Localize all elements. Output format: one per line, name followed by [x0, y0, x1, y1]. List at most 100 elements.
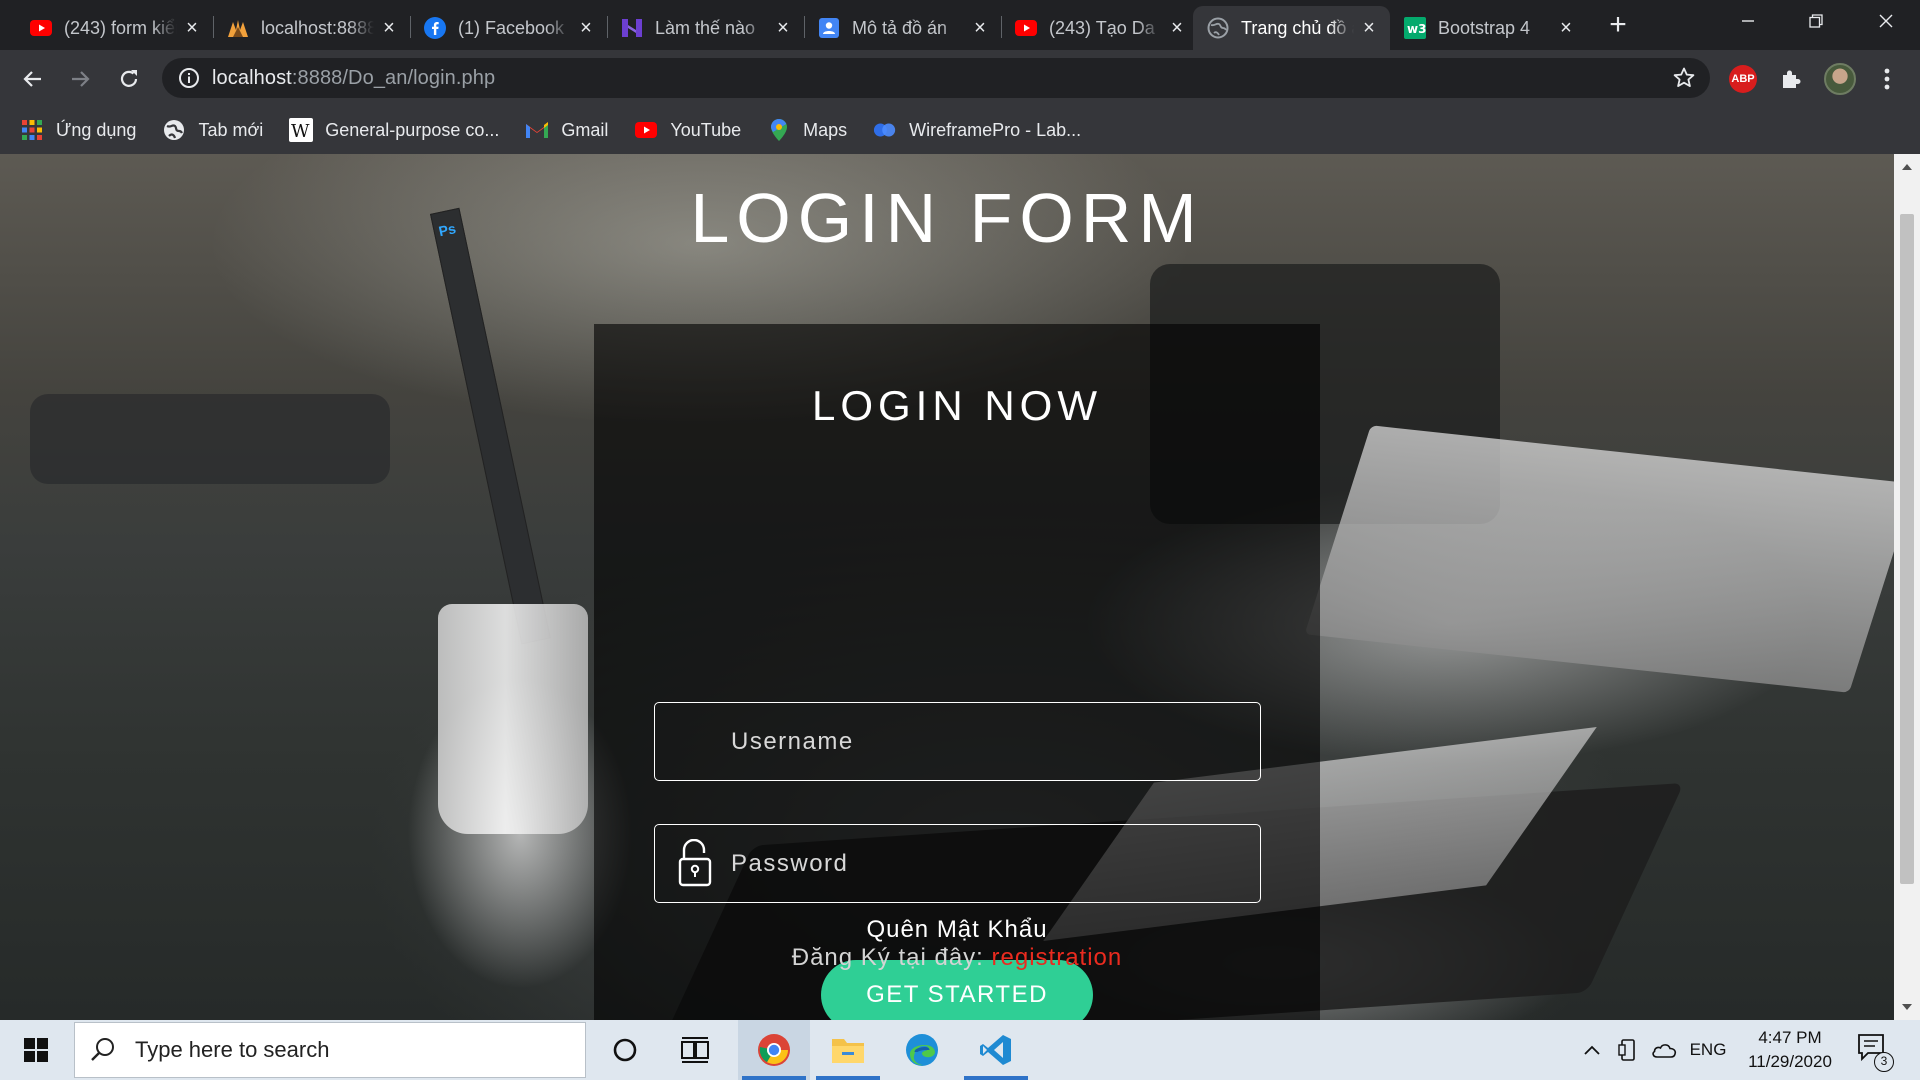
tab-bootstrap[interactable]: w3 Bootstrap 4 × — [1390, 6, 1587, 50]
menu-button[interactable] — [1872, 64, 1902, 94]
login-title: LOGIN NOW — [811, 382, 1102, 429]
close-tab-icon[interactable]: × — [1168, 18, 1186, 38]
close-tab-icon[interactable]: × — [774, 18, 792, 38]
tab-title: (243) Tạo Da — [1049, 17, 1155, 38]
scroll-down-icon[interactable] — [1902, 1004, 1912, 1010]
folder-icon — [832, 1039, 864, 1063]
registration-link[interactable]: registration — [992, 944, 1123, 971]
w3schools-icon: w3 — [1404, 17, 1426, 39]
reload-button[interactable] — [112, 62, 146, 96]
tab-trang-chu[interactable]: Trang chủ đồ án × — [1193, 6, 1390, 50]
minimize-button[interactable] — [1718, 6, 1778, 40]
youtube-icon — [30, 17, 52, 39]
bookmark-new-tab[interactable]: Tab mới — [162, 112, 263, 148]
restore-button[interactable] — [1786, 6, 1846, 40]
tab-title: localhost:8888 — [261, 17, 374, 38]
show-hidden-icons-button[interactable] — [1578, 1020, 1606, 1080]
svg-text:w3: w3 — [1407, 22, 1426, 36]
forward-button[interactable] — [63, 62, 97, 96]
tab-facebook[interactable]: (1) Facebook × — [410, 6, 608, 50]
onedrive-button[interactable] — [1648, 1020, 1680, 1080]
password-field[interactable] — [654, 824, 1261, 903]
bookmark-wireframepro[interactable]: WireframePro - Lab... — [873, 112, 1081, 148]
close-window-button[interactable] — [1856, 6, 1916, 40]
close-tab-icon[interactable]: × — [1557, 18, 1575, 38]
register-prefix: Đăng Ký tại đây: — [791, 944, 992, 971]
tab-title: Trang chủ đồ án — [1241, 17, 1354, 38]
edge-icon — [906, 1034, 938, 1066]
new-tab-button[interactable]: + — [1602, 10, 1634, 42]
forgot-password-link[interactable]: Quên Mật Khẩu — [594, 916, 1320, 944]
wikipedia-icon: W — [289, 118, 314, 142]
scroll-thumb[interactable] — [1900, 214, 1914, 884]
info-icon[interactable] — [178, 67, 200, 89]
cloud-icon — [1652, 1044, 1677, 1058]
bookmark-label: Ứng dụng — [56, 119, 137, 140]
task-view-button[interactable] — [660, 1020, 730, 1080]
page-scrollbar[interactable] — [1894, 154, 1920, 1020]
windows-taskbar: Type here to search ENG 4:47 PM 11/29/20… — [0, 1020, 1920, 1080]
gmail-icon — [525, 118, 549, 142]
youtube-icon — [1015, 17, 1037, 39]
cortana-button[interactable] — [590, 1020, 660, 1080]
close-tab-icon[interactable]: × — [577, 18, 595, 38]
profile-button[interactable] — [1822, 61, 1858, 97]
close-tab-icon[interactable]: × — [380, 18, 398, 38]
tutorial-site-icon — [621, 17, 643, 39]
tab-youtube-tao[interactable]: (243) Tạo Da × — [1001, 6, 1198, 50]
taskbar-file-explorer[interactable] — [812, 1020, 884, 1080]
url-text[interactable]: localhost:8888/Do_an/login.php — [212, 67, 495, 90]
maps-pin-icon — [767, 118, 791, 142]
adblock-icon: ABP — [1729, 65, 1757, 93]
tab-youtube-form[interactable]: (243) form kiểm tra × — [16, 6, 214, 50]
tab-localhost[interactable]: localhost:8888 × — [213, 6, 411, 50]
bookmark-label: WireframePro - Lab... — [909, 119, 1082, 140]
taskbar-vscode[interactable] — [960, 1020, 1032, 1080]
password-input[interactable] — [655, 825, 1260, 902]
arrow-right-icon — [72, 71, 90, 87]
tray-device-button[interactable] — [1614, 1020, 1642, 1080]
page-heading: LOGIN FORM — [690, 179, 1204, 257]
windows-logo-icon — [24, 1038, 48, 1062]
back-button[interactable] — [16, 62, 50, 96]
bookmark-star-icon[interactable] — [1672, 66, 1696, 90]
username-field[interactable] — [654, 702, 1261, 781]
start-button[interactable] — [0, 1020, 72, 1080]
tab-mo-ta-do-an[interactable]: Mô tả đồ án × — [804, 6, 1002, 50]
address-bar[interactable]: localhost:8888/Do_an/login.php — [162, 58, 1710, 98]
facebook-icon — [424, 17, 446, 39]
globe-icon — [162, 118, 186, 142]
tab-lam-the-nao[interactable]: Làm thế nào × — [607, 6, 805, 50]
action-center-button[interactable]: 3 — [1856, 1032, 1894, 1072]
close-tab-icon[interactable]: × — [971, 18, 989, 38]
extensions-button[interactable] — [1776, 64, 1806, 94]
chevron-up-icon — [1584, 1045, 1600, 1055]
bookmark-gmail[interactable]: Gmail — [525, 112, 608, 148]
taskbar-edge[interactable] — [886, 1020, 958, 1080]
scroll-up-icon[interactable] — [1902, 164, 1912, 170]
adblock-extension[interactable]: ABP — [1728, 64, 1758, 94]
bookmark-youtube[interactable]: YouTube — [634, 112, 741, 148]
notification-badge: 3 — [1874, 1052, 1894, 1072]
clock-time: 4:47 PM — [1758, 1028, 1822, 1047]
bookmark-label: General-purpose co... — [325, 119, 500, 140]
restore-icon — [1809, 14, 1823, 28]
page-viewport: LOGIN FORM LOGIN NOW GET STARTED Quên Mậ… — [0, 154, 1894, 1020]
bookmark-general-purpose[interactable]: W General-purpose co... — [289, 112, 499, 148]
clock[interactable]: 4:47 PM 11/29/2020 — [1736, 1026, 1844, 1074]
browser-toolbar: localhost:8888/Do_an/login.php ABP — [0, 50, 1920, 106]
bookmark-label: Tab mới — [198, 119, 264, 140]
minimize-icon — [1742, 20, 1754, 22]
login-panel: LOGIN NOW GET STARTED Quên Mật Khẩu Đăng… — [594, 324, 1320, 1020]
globe-icon — [1207, 17, 1229, 39]
taskbar-chrome[interactable] — [738, 1020, 810, 1080]
input-language[interactable]: ENG — [1686, 1020, 1730, 1080]
bookmark-apps[interactable]: Ứng dụng — [20, 112, 136, 148]
close-tab-icon[interactable]: × — [183, 18, 201, 38]
close-tab-icon[interactable]: × — [1360, 18, 1378, 38]
bookmark-maps[interactable]: Maps — [767, 112, 847, 148]
kebab-menu-icon — [1884, 68, 1890, 90]
wireframepro-icon — [873, 118, 897, 142]
username-input[interactable] — [655, 703, 1260, 780]
taskbar-search-box[interactable]: Type here to search — [74, 1022, 586, 1078]
